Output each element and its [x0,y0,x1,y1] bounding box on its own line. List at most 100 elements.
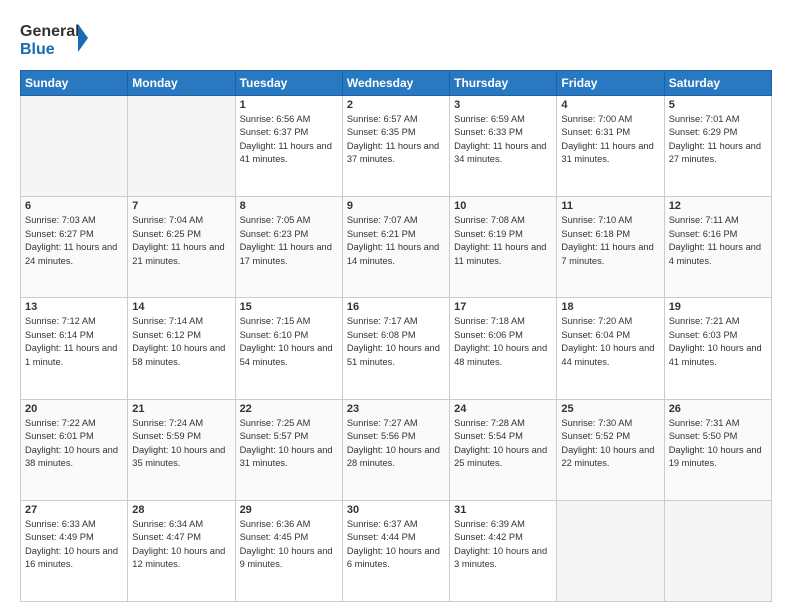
day-info: Sunrise: 7:00 AMSunset: 6:31 PMDaylight:… [561,113,659,167]
calendar-cell: 10Sunrise: 7:08 AMSunset: 6:19 PMDayligh… [450,197,557,298]
day-number: 18 [561,301,659,313]
calendar-cell: 31 Sunrise: 6:39 AMSunset: 4:42 PMDayligh… [450,500,557,601]
calendar-cell: 1 Sunrise: 6:56 AMSunset: 6:37 PMDaylight… [235,96,342,197]
calendar-week-4: 20Sunrise: 7:22 AMSunset: 6:01 PMDayligh… [21,399,772,500]
calendar-cell [21,96,128,197]
day-number: 10 [454,200,552,212]
calendar-cell: 26 Sunrise: 7:31 AMSunset: 5:50 PMDayligh… [664,399,771,500]
calendar-cell: 21 Sunrise: 7:24 AMSunset: 5:59 PMDayligh… [128,399,235,500]
day-info: Sunrise: 7:12 AMSunset: 6:14 PMDaylight:… [25,315,123,369]
calendar-week-3: 13 Sunrise: 7:12 AMSunset: 6:14 PMDayligh… [21,298,772,399]
calendar-cell: 24 Sunrise: 7:28 AMSunset: 5:54 PMDayligh… [450,399,557,500]
calendar-cell: 9 Sunrise: 7:07 AMSunset: 6:21 PMDaylight… [342,197,449,298]
calendar-cell: 11 Sunrise: 7:10 AMSunset: 6:18 PMDayligh… [557,197,664,298]
day-number: 29 [240,504,338,516]
calendar-cell: 3 Sunrise: 6:59 AMSunset: 6:33 PMDaylight… [450,96,557,197]
calendar-cell: 16 Sunrise: 7:17 AMSunset: 6:08 PMDayligh… [342,298,449,399]
day-number: 31 [454,504,552,516]
calendar-cell: 5 Sunrise: 7:01 AMSunset: 6:29 PMDaylight… [664,96,771,197]
day-info: Sunrise: 6:56 AMSunset: 6:37 PMDaylight:… [240,113,338,167]
header: GeneralBlue [20,18,772,60]
day-info: Sunrise: 7:07 AMSunset: 6:21 PMDaylight:… [347,214,445,268]
day-info: Sunrise: 7:27 AMSunset: 5:56 PMDaylight:… [347,417,445,471]
calendar-cell: 18 Sunrise: 7:20 AMSunset: 6:04 PMDayligh… [557,298,664,399]
weekday-header-tuesday: Tuesday [235,71,342,96]
weekday-header-row: SundayMondayTuesdayWednesdayThursdayFrid… [21,71,772,96]
calendar-table: SundayMondayTuesdayWednesdayThursdayFrid… [20,70,772,602]
calendar-cell: 2Sunrise: 6:57 AMSunset: 6:35 PMDaylight… [342,96,449,197]
day-number: 30 [347,504,445,516]
calendar-cell: 23 Sunrise: 7:27 AMSunset: 5:56 PMDayligh… [342,399,449,500]
calendar-cell: 30 Sunrise: 6:37 AMSunset: 4:44 PMDayligh… [342,500,449,601]
day-info: Sunrise: 6:39 AMSunset: 4:42 PMDaylight:… [454,518,552,572]
day-info: Sunrise: 6:33 AMSunset: 4:49 PMDaylight:… [25,518,123,572]
calendar-cell [128,96,235,197]
calendar-cell: 17 Sunrise: 7:18 AMSunset: 6:06 PMDayligh… [450,298,557,399]
day-info: Sunrise: 7:04 AMSunset: 6:25 PMDaylight:… [132,214,230,268]
calendar-cell: 19 Sunrise: 7:21 AMSunset: 6:03 PMDayligh… [664,298,771,399]
day-number: 2 [347,99,445,111]
calendar-cell: 28Sunrise: 6:34 AMSunset: 4:47 PMDayligh… [128,500,235,601]
calendar-cell: 25 Sunrise: 7:30 AMSunset: 5:52 PMDayligh… [557,399,664,500]
day-number: 26 [669,403,767,415]
day-info: Sunrise: 7:28 AMSunset: 5:54 PMDaylight:… [454,417,552,471]
day-number: 9 [347,200,445,212]
day-info: Sunrise: 7:30 AMSunset: 5:52 PMDaylight:… [561,417,659,471]
day-info: Sunrise: 6:59 AMSunset: 6:33 PMDaylight:… [454,113,552,167]
day-number: 22 [240,403,338,415]
calendar-cell: 14 Sunrise: 7:14 AMSunset: 6:12 PMDayligh… [128,298,235,399]
day-number: 23 [347,403,445,415]
day-number: 24 [454,403,552,415]
weekday-header-wednesday: Wednesday [342,71,449,96]
day-number: 13 [25,301,123,313]
day-number: 16 [347,301,445,313]
day-number: 11 [561,200,659,212]
calendar-cell: 13 Sunrise: 7:12 AMSunset: 6:14 PMDayligh… [21,298,128,399]
day-info: Sunrise: 7:14 AMSunset: 6:12 PMDaylight:… [132,315,230,369]
day-info: Sunrise: 7:24 AMSunset: 5:59 PMDaylight:… [132,417,230,471]
day-info: Sunrise: 6:37 AMSunset: 4:44 PMDaylight:… [347,518,445,572]
calendar-cell: 27 Sunrise: 6:33 AMSunset: 4:49 PMDayligh… [21,500,128,601]
day-number: 27 [25,504,123,516]
weekday-header-friday: Friday [557,71,664,96]
day-info: Sunrise: 7:05 AMSunset: 6:23 PMDaylight:… [240,214,338,268]
day-number: 17 [454,301,552,313]
day-info: Sunrise: 7:15 AMSunset: 6:10 PMDaylight:… [240,315,338,369]
calendar-cell: 15 Sunrise: 7:15 AMSunset: 6:10 PMDayligh… [235,298,342,399]
day-number: 8 [240,200,338,212]
calendar-cell: 12Sunrise: 7:11 AMSunset: 6:16 PMDayligh… [664,197,771,298]
calendar-cell [664,500,771,601]
day-number: 12 [669,200,767,212]
day-number: 21 [132,403,230,415]
day-info: Sunrise: 7:31 AMSunset: 5:50 PMDaylight:… [669,417,767,471]
day-number: 19 [669,301,767,313]
calendar-week-1: 1 Sunrise: 6:56 AMSunset: 6:37 PMDaylight… [21,96,772,197]
day-info: Sunrise: 7:18 AMSunset: 6:06 PMDaylight:… [454,315,552,369]
calendar-cell: 8 Sunrise: 7:05 AMSunset: 6:23 PMDaylight… [235,197,342,298]
day-info: Sunrise: 7:25 AMSunset: 5:57 PMDaylight:… [240,417,338,471]
day-number: 25 [561,403,659,415]
day-info: Sunrise: 7:17 AMSunset: 6:08 PMDaylight:… [347,315,445,369]
day-number: 1 [240,99,338,111]
day-info: Sunrise: 7:21 AMSunset: 6:03 PMDaylight:… [669,315,767,369]
day-number: 3 [454,99,552,111]
day-info: Sunrise: 7:20 AMSunset: 6:04 PMDaylight:… [561,315,659,369]
calendar-cell: 29 Sunrise: 6:36 AMSunset: 4:45 PMDayligh… [235,500,342,601]
day-number: 5 [669,99,767,111]
day-number: 14 [132,301,230,313]
day-number: 4 [561,99,659,111]
day-info: Sunrise: 6:34 AMSunset: 4:47 PMDaylight:… [132,518,230,572]
day-number: 20 [25,403,123,415]
svg-text:General: General [20,23,80,40]
calendar-week-5: 27 Sunrise: 6:33 AMSunset: 4:49 PMDayligh… [21,500,772,601]
calendar-week-2: 6Sunrise: 7:03 AMSunset: 6:27 PMDaylight… [21,197,772,298]
calendar-cell [557,500,664,601]
day-info: Sunrise: 7:10 AMSunset: 6:18 PMDaylight:… [561,214,659,268]
logo-svg: GeneralBlue [20,18,92,60]
day-info: Sunrise: 7:03 AMSunset: 6:27 PMDaylight:… [25,214,123,268]
calendar-cell: 7Sunrise: 7:04 AMSunset: 6:25 PMDaylight… [128,197,235,298]
page: GeneralBlue SundayMondayTuesdayWednesday… [0,0,792,612]
day-number: 15 [240,301,338,313]
day-info: Sunrise: 7:01 AMSunset: 6:29 PMDaylight:… [669,113,767,167]
day-info: Sunrise: 6:36 AMSunset: 4:45 PMDaylight:… [240,518,338,572]
